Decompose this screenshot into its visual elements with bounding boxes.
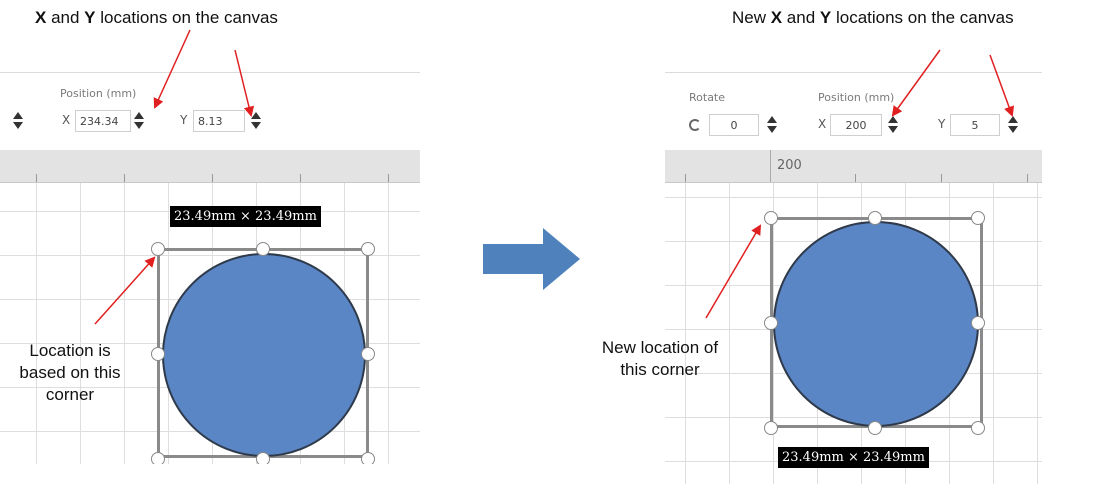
x-position-field[interactable]: 234.34	[75, 110, 131, 132]
ruler-tick	[300, 174, 301, 182]
note-line: New location of	[601, 338, 719, 357]
ruler-number: 200	[777, 158, 802, 173]
y-spinner-icon[interactable]	[250, 111, 262, 131]
resize-handle-bottom-right[interactable]	[361, 452, 375, 464]
caption-y: Y	[819, 8, 832, 27]
after-screenshot: Rotate 0 Position (mm) X 200 Y 5 200 23.…	[665, 72, 1042, 484]
resize-handle-top-left[interactable]	[151, 242, 165, 256]
transition-arrow-icon	[483, 228, 580, 290]
corner-note: Location is based on this corner	[0, 340, 150, 406]
properties-toolbar: Position (mm) X 234.34 Y 8.13	[0, 72, 420, 151]
spinner-icon[interactable]	[12, 111, 24, 131]
dimensions-label: 23.49mm × 23.49mm	[778, 447, 929, 468]
x-spinner-icon[interactable]	[133, 111, 145, 131]
resize-handle-top-right[interactable]	[971, 211, 985, 225]
ruler-tick	[36, 174, 37, 182]
dimensions-label: 23.49mm × 23.49mm	[170, 206, 321, 227]
caption-y: Y	[84, 8, 96, 27]
resize-handle-bottom-left[interactable]	[764, 421, 778, 435]
resize-handle-top[interactable]	[256, 242, 270, 256]
circle-shape[interactable]	[773, 221, 979, 427]
position-label: Position (mm)	[60, 87, 137, 100]
x-spinner-icon[interactable]	[887, 115, 899, 135]
ruler-tick	[685, 174, 686, 182]
note-line: corner	[45, 385, 95, 404]
y-axis-label: Y	[180, 113, 188, 127]
x-position-field[interactable]: 200	[830, 114, 882, 136]
y-position-field[interactable]: 5	[950, 114, 1000, 136]
resize-handle-right[interactable]	[361, 347, 375, 361]
properties-toolbar: Rotate 0 Position (mm) X 200 Y 5	[665, 72, 1042, 151]
resize-handle-bottom[interactable]	[256, 452, 270, 464]
rotate-icon	[689, 119, 701, 131]
horizontal-ruler	[0, 150, 420, 183]
resize-handle-bottom-left[interactable]	[151, 452, 165, 464]
resize-handle-bottom[interactable]	[868, 421, 882, 435]
caption-tail: locations on the canvas	[95, 8, 278, 27]
note-line: this corner	[620, 360, 700, 379]
resize-handle-top-right[interactable]	[361, 242, 375, 256]
x-axis-label: X	[62, 113, 71, 127]
note-line: Location is	[29, 341, 111, 360]
y-position-field[interactable]: 8.13	[193, 110, 245, 132]
y-spinner-icon[interactable]	[1007, 115, 1019, 135]
ruler-tick	[1027, 174, 1028, 182]
rotate-label: Rotate	[689, 91, 726, 104]
resize-handle-bottom-right[interactable]	[971, 421, 985, 435]
before-caption: X and Y locations on the canvas	[35, 7, 278, 28]
caption-and: and	[782, 8, 820, 27]
x-axis-label: X	[818, 117, 827, 131]
caption-tail: locations on the canvas	[831, 8, 1014, 27]
resize-handle-right[interactable]	[971, 316, 985, 330]
after-caption: New X and Y locations on the canvas	[732, 7, 1014, 28]
position-label: Position (mm)	[818, 91, 895, 104]
resize-handle-left[interactable]	[764, 316, 778, 330]
resize-handle-top[interactable]	[868, 211, 882, 225]
design-canvas[interactable]: 23.49mm × 23.49mm	[0, 183, 420, 464]
ruler-tick	[124, 174, 125, 182]
circle-shape[interactable]	[162, 253, 366, 457]
ruler-major-tick	[770, 150, 771, 182]
new-corner-note: New location of this corner	[570, 337, 750, 381]
ruler-tick	[388, 174, 389, 182]
resize-handle-top-left[interactable]	[764, 211, 778, 225]
ruler-tick	[212, 174, 213, 182]
ruler-tick	[855, 174, 856, 182]
note-line: based on this	[19, 363, 121, 382]
rotate-field[interactable]: 0	[709, 114, 759, 136]
resize-handle-left[interactable]	[151, 347, 165, 361]
caption-x: X	[35, 8, 47, 27]
caption-new: New	[732, 8, 771, 27]
horizontal-ruler: 200	[665, 150, 1042, 183]
caption-x: X	[770, 8, 783, 27]
caption-and: and	[46, 8, 85, 27]
y-axis-label: Y	[938, 117, 946, 131]
rotate-spinner-icon[interactable]	[766, 115, 778, 135]
ruler-tick	[941, 174, 942, 182]
design-canvas[interactable]: 23.49mm × 23.49mm	[665, 183, 1042, 484]
